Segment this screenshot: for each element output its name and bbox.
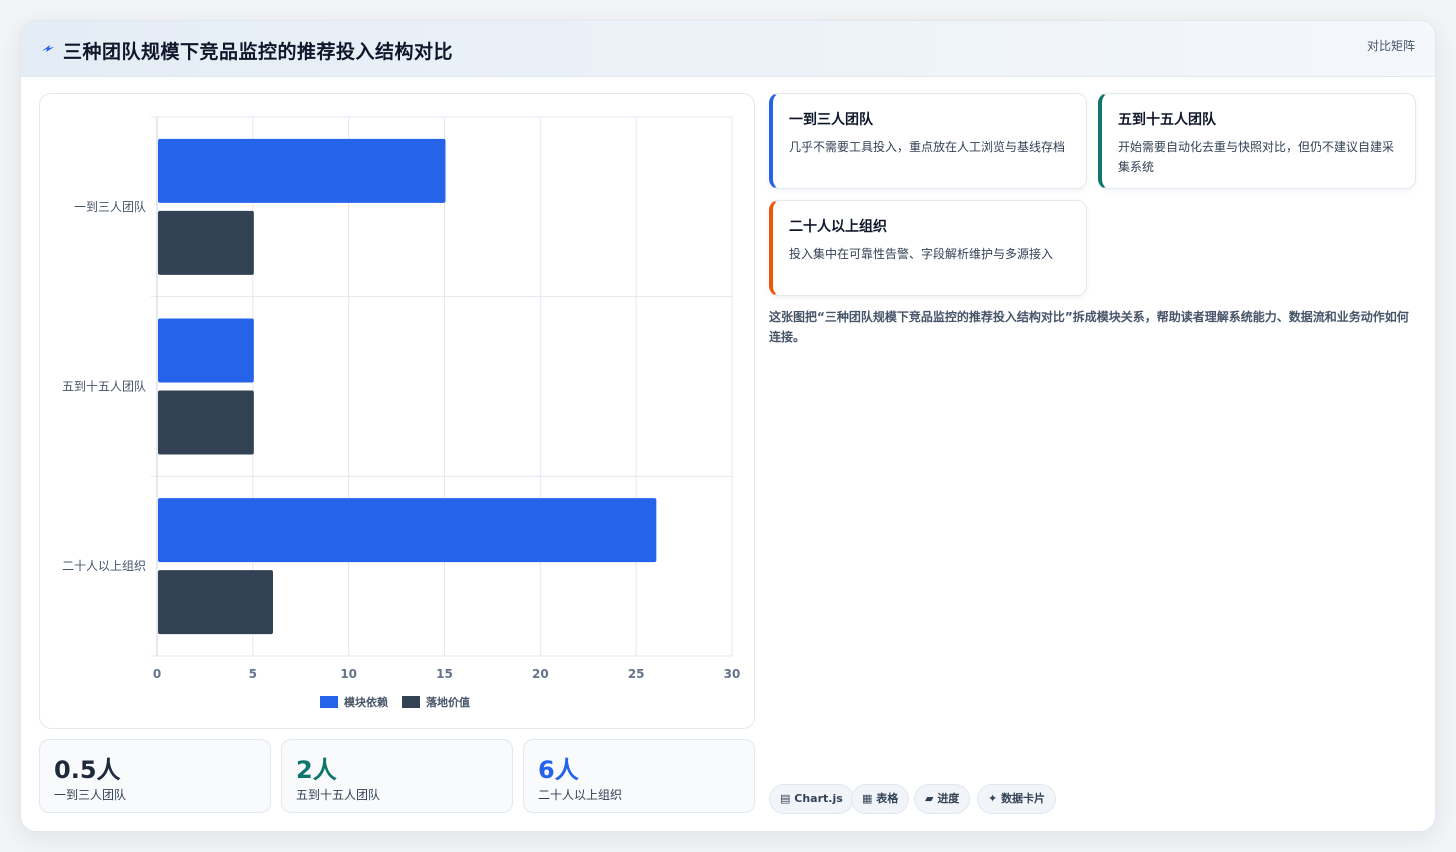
stat-card: 6人 二十人以上组织	[523, 739, 755, 813]
progress-icon: ▰	[925, 792, 934, 805]
stat-value: 6人	[538, 756, 579, 784]
stats-row: 0.5人 一到三人团队 2人 五到十五人团队 6人 二十人以上组织	[39, 739, 755, 813]
chip-label: 表格	[876, 792, 899, 805]
category-label: 五到十五人团队	[62, 379, 146, 394]
bar	[158, 498, 657, 563]
note-card: 一到三人团队 几乎不需要工具投入，重点放在人工浏览与基线存档	[769, 93, 1087, 189]
chip-table[interactable]: ▦ 表格	[851, 784, 910, 814]
chip-data-card[interactable]: ✦ 数据卡片	[977, 784, 1057, 814]
legend-swatch	[402, 696, 420, 708]
chip-label: 进度	[937, 792, 960, 805]
tick-label: 10	[340, 667, 357, 681]
stat-card: 0.5人 一到三人团队	[39, 739, 271, 813]
tick-label: 25	[628, 667, 645, 681]
tick-label: 5	[249, 667, 257, 681]
tick-label: 30	[724, 667, 741, 681]
stat-label: 二十人以上组织	[538, 788, 623, 802]
legend-label: 落地价值	[426, 695, 470, 709]
chip-chartjs[interactable]: ▤ Chart.js	[769, 784, 854, 814]
page-title: 三种团队规模下竞品监控的推荐投入结构对比	[63, 41, 454, 63]
stat-label: 五到十五人团队	[296, 788, 381, 802]
chart-icon: ▤	[780, 792, 791, 805]
legend-swatch	[320, 696, 338, 708]
tick-label: 20	[532, 667, 549, 681]
chip-progress[interactable]: ▰ 进度	[914, 784, 971, 814]
note-title: 一到三人团队	[789, 112, 873, 128]
note-desc: 几乎不需要工具投入，重点放在人工浏览与基线存档	[789, 140, 1066, 154]
note-card: 五到十五人团队 开始需要自动化去重与快照对比，但仍不建议自建采集系统	[1098, 93, 1416, 189]
note-title: 五到十五人团队	[1118, 112, 1216, 128]
side-panel: 一到三人团队 几乎不需要工具投入，重点放在人工浏览与基线存档 五到十五人团队 开…	[769, 93, 1419, 814]
bar	[158, 570, 273, 635]
note-card: 二十人以上组织 投入集中在可靠性告警、字段解析维护与多源接入	[769, 200, 1087, 296]
stat-label: 一到三人团队	[54, 788, 127, 802]
bar	[158, 318, 254, 383]
category-label: 二十人以上组织	[62, 559, 146, 573]
stat-card: 2人 五到十五人团队	[281, 739, 513, 813]
bar	[158, 210, 254, 275]
chip-label: 数据卡片	[1001, 792, 1046, 805]
chart-panel: 一到三人团队五到十五人团队 二十人以上组织 0 5 10 15 20 25 30 模块依赖 落地价值	[39, 93, 755, 729]
bar	[158, 138, 446, 203]
note-desc: 投入集中在可靠性告警、字段解析维护与多源接入	[789, 247, 1054, 261]
bar	[158, 390, 254, 455]
tick-label: 0	[153, 667, 161, 681]
table-icon: ▦	[862, 792, 873, 805]
chip-label: Chart.js	[794, 792, 843, 805]
header: 三种团队规模下竞品监控的推荐投入结构对比 对比矩阵	[21, 21, 1435, 77]
legend-label: 模块依赖	[344, 695, 388, 709]
stat-value: 0.5人	[54, 756, 121, 784]
note-title: 二十人以上组织	[789, 219, 887, 235]
note-desc: 开始需要自动化去重与快照对比，但仍不建议自建采集系统	[1118, 140, 1395, 174]
view-mode-tag[interactable]: 对比矩阵	[1367, 37, 1415, 54]
dashboard-card: 三种团队规模下竞品监控的推荐投入结构对比 对比矩阵 一到三人团队 五到十五人团队二…	[20, 20, 1436, 832]
bar-chart: 一到三人团队五到十五人团队二十人以上组织 0 5 10 15 20 25 30 模块依赖 落地价值	[62, 116, 741, 709]
spark-icon	[42, 45, 54, 52]
category-label: 一到三人团队	[74, 199, 146, 214]
chart-description: 这张图把“三种团队规模下竞品监控的推荐投入结构对比”拆成模块关系，帮助读者理解系…	[769, 310, 1409, 344]
stat-value: 2人	[296, 756, 337, 784]
sparkle-icon: ✦	[988, 792, 998, 805]
tick-label: 15	[436, 667, 453, 681]
